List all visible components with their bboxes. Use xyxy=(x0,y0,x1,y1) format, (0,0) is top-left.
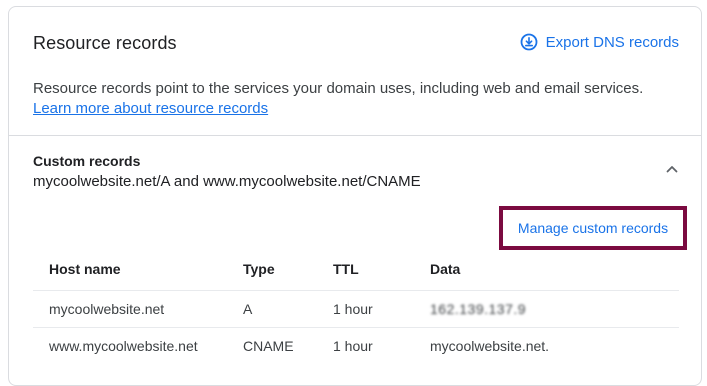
cell-host: mycoolwebsite.net xyxy=(33,290,243,328)
table-row: www.mycoolwebsite.net CNAME 1 hour mycoo… xyxy=(33,328,679,365)
section-subtitle: mycoolwebsite.net/A and www.mycoolwebsit… xyxy=(33,173,421,190)
description-text: Resource records point to the services y… xyxy=(33,80,644,97)
custom-records-header: Custom records mycoolwebsite.net/A and w… xyxy=(33,153,421,190)
resource-records-card: Resource records Export DNS records Reso… xyxy=(8,6,702,386)
table-header-row: Host name Type TTL Data xyxy=(33,248,679,291)
manage-custom-records-button[interactable]: Manage custom records xyxy=(518,220,668,236)
records-table: Host name Type TTL Data mycoolwebsite.ne… xyxy=(33,248,679,364)
cell-data: 162.139.137.9 xyxy=(430,290,679,328)
export-label: Export DNS records xyxy=(545,33,679,51)
chevron-up-icon xyxy=(665,162,679,181)
table-row: mycoolwebsite.net A 1 hour 162.139.137.9 xyxy=(33,290,679,328)
header-host-name: Host name xyxy=(33,248,243,291)
card-title: Resource records xyxy=(33,33,177,53)
description: Resource records point to the services y… xyxy=(33,79,673,119)
header-data: Data xyxy=(430,248,679,291)
header-type: Type xyxy=(243,248,333,291)
header-ttl: TTL xyxy=(333,248,430,291)
cell-ttl: 1 hour xyxy=(333,290,430,328)
collapse-button[interactable] xyxy=(661,160,683,182)
divider xyxy=(9,135,701,136)
manage-highlight: Manage custom records xyxy=(499,206,687,250)
cell-type: A xyxy=(243,290,333,328)
cell-host: www.mycoolwebsite.net xyxy=(49,338,198,354)
section-title: Custom records xyxy=(33,153,141,169)
learn-more-link[interactable]: Learn more about resource records xyxy=(33,100,268,117)
export-dns-records-link[interactable]: Export DNS records xyxy=(520,33,679,51)
cell-ttl: 1 hour xyxy=(333,338,373,354)
cell-data: mycoolwebsite.net. xyxy=(430,338,550,354)
download-circle-icon xyxy=(520,33,538,51)
cell-type: CNAME xyxy=(243,338,294,354)
